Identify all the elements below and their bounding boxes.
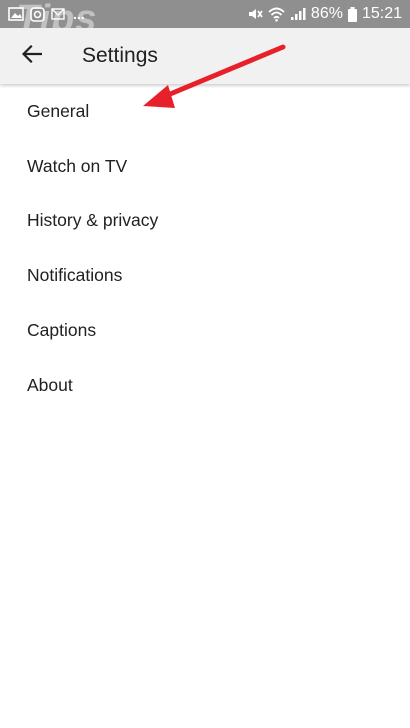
gallery-icon <box>8 7 24 21</box>
settings-item-general[interactable]: General <box>0 84 410 139</box>
settings-item-label: Captions <box>27 320 97 341</box>
more-notifications: ... <box>73 6 85 22</box>
page-title: Settings <box>82 44 158 67</box>
clock: 15:21 <box>361 5 402 22</box>
settings-item-captions[interactable]: Captions <box>0 303 410 358</box>
settings-item-watch-on-tv[interactable]: Watch on TV <box>0 139 410 194</box>
app-bar: Settings <box>0 28 410 84</box>
arrow-back-icon <box>21 44 43 68</box>
settings-item-label: Notifications <box>27 265 123 286</box>
settings-item-about[interactable]: About <box>0 358 410 413</box>
settings-item-label: General <box>27 100 90 121</box>
settings-list: General Watch on TV History & privacy No… <box>0 84 410 413</box>
status-left: Tips ... <box>8 0 96 40</box>
mute-icon <box>247 6 263 22</box>
settings-item-history-privacy[interactable]: History & privacy <box>0 194 410 249</box>
notification-icon <box>51 7 65 21</box>
battery-icon <box>347 6 357 22</box>
back-button[interactable] <box>0 28 64 84</box>
settings-item-label: About <box>27 374 73 395</box>
instagram-icon <box>30 6 45 22</box>
signal-icon <box>290 7 306 21</box>
wifi-icon <box>268 7 285 22</box>
settings-item-label: Watch on TV <box>27 155 128 176</box>
settings-item-notifications[interactable]: Notifications <box>0 248 410 303</box>
battery-percent: 86% <box>310 5 343 22</box>
status-bar: Tips ... 86% 15:21 <box>0 0 410 40</box>
settings-item-label: History & privacy <box>27 210 159 231</box>
status-right: 86% 15:21 <box>247 0 402 28</box>
